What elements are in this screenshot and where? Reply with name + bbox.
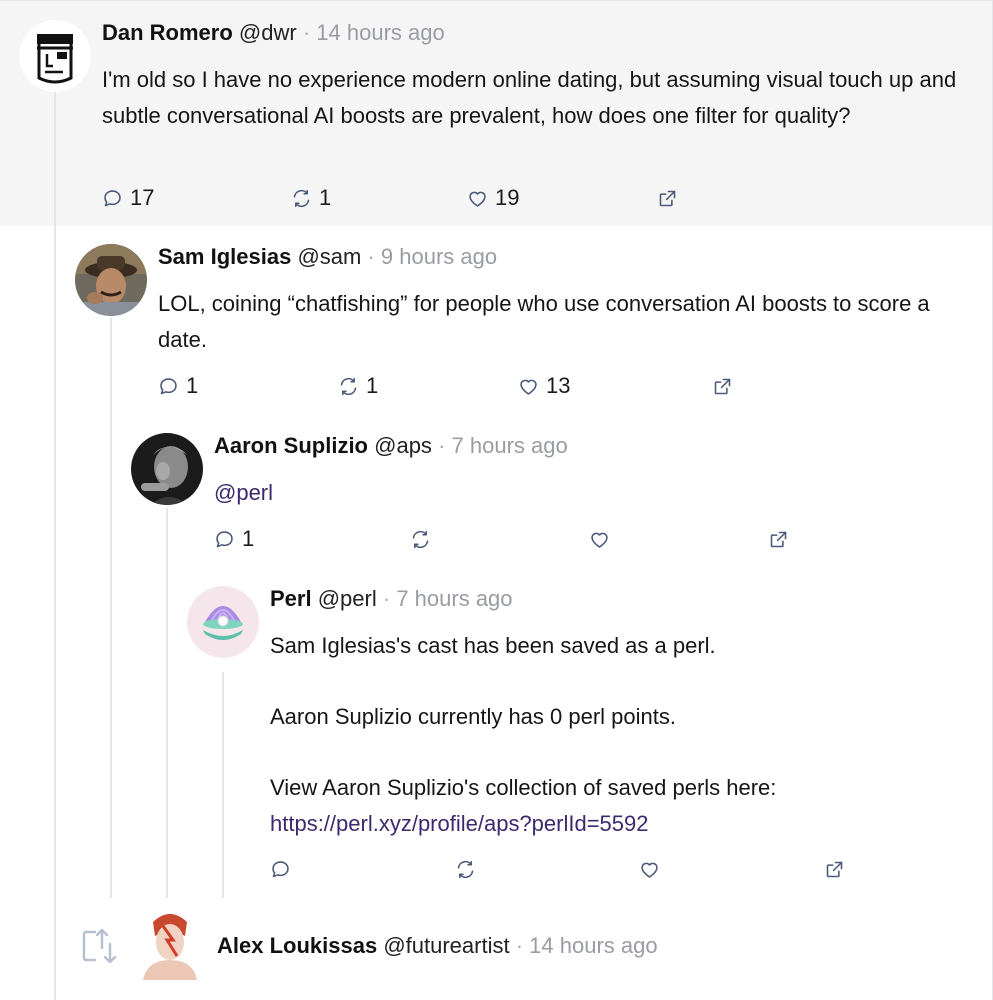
timestamp[interactable]: 14 hours ago xyxy=(316,20,444,45)
sam-cast-actions: 1 1 13 xyxy=(158,371,758,401)
separator: · xyxy=(382,586,391,611)
reply-button[interactable] xyxy=(270,854,291,884)
thread-line-root xyxy=(54,92,56,1000)
external-link-icon xyxy=(826,861,843,877)
heart-icon xyxy=(591,532,608,548)
timestamp[interactable]: 14 hours ago xyxy=(529,933,657,958)
external-link-icon xyxy=(770,531,787,547)
speech-bubble-icon xyxy=(160,377,177,394)
recast-arrows-icon xyxy=(340,377,357,395)
speech-bubble-icon xyxy=(104,189,121,206)
alex-cast-header: Alex Loukissas @futureartist · 14 hours … xyxy=(217,932,658,960)
perl-line-collection: View Aaron Suplizio's collection of save… xyxy=(270,775,777,800)
like-count: 19 xyxy=(495,185,520,210)
author-handle[interactable]: @futureartist xyxy=(383,933,509,958)
recast-button[interactable] xyxy=(410,524,431,554)
like-button[interactable] xyxy=(639,854,660,884)
avatar-aaron-suplizio[interactable] xyxy=(131,433,203,505)
reply-button[interactable]: 1 xyxy=(214,524,254,554)
perl-cast-text: Sam Iglesias's cast has been saved as a … xyxy=(270,628,970,842)
expand-thread-icon xyxy=(82,928,117,964)
avatar-sam-iglesias[interactable] xyxy=(75,244,147,316)
like-button[interactable] xyxy=(589,524,610,554)
recast-button[interactable]: 1 xyxy=(291,183,331,213)
author-handle[interactable]: @dwr xyxy=(239,20,297,45)
aaron-cast-actions: 1 xyxy=(214,524,814,554)
cast-thread: Dan Romero @dwr · 14 hours ago I'm old s… xyxy=(0,0,993,1000)
perl-profile-link[interactable]: https://perl.xyz/profile/aps?perlId=5592 xyxy=(270,806,970,842)
timestamp[interactable]: 7 hours ago xyxy=(452,433,568,458)
author-handle[interactable]: @sam xyxy=(297,244,361,269)
expand-thread-button[interactable] xyxy=(79,926,119,966)
avatar-dan-romero[interactable] xyxy=(19,20,91,92)
separator: · xyxy=(302,20,311,45)
root-cast-text: I'm old so I have no experience modern o… xyxy=(102,67,957,128)
avatar-perl[interactable] xyxy=(187,586,259,658)
reply-count: 1 xyxy=(242,526,255,551)
thread-line-sam xyxy=(110,318,112,898)
share-button[interactable] xyxy=(824,854,845,884)
recast-arrows-icon xyxy=(457,860,474,878)
aaron-cast-text: @perl xyxy=(214,475,914,511)
separator: · xyxy=(515,933,524,958)
recast-button[interactable]: 1 xyxy=(338,371,378,401)
perl-line-saved: Sam Iglesias's cast has been saved as a … xyxy=(270,633,716,658)
reply-button[interactable]: 1 xyxy=(158,371,198,401)
recast-count: 1 xyxy=(319,185,332,210)
external-link-icon xyxy=(659,190,676,206)
timestamp[interactable]: 7 hours ago xyxy=(396,586,512,611)
share-button[interactable] xyxy=(657,183,678,213)
root-cast-header: Dan Romero @dwr · 14 hours ago xyxy=(102,19,445,47)
speech-bubble-icon xyxy=(216,530,233,547)
share-button[interactable] xyxy=(768,524,789,554)
sam-cast-text: LOL, coining “chatfishing” for people wh… xyxy=(158,291,930,352)
external-link-icon xyxy=(714,378,731,394)
like-count: 13 xyxy=(546,373,571,398)
reply-button[interactable]: 17 xyxy=(102,183,154,213)
like-button[interactable]: 19 xyxy=(467,183,519,213)
recast-arrows-icon xyxy=(412,530,429,548)
speech-bubble-icon xyxy=(272,860,289,877)
separator: · xyxy=(438,433,446,458)
heart-icon xyxy=(641,862,658,878)
recast-count: 1 xyxy=(366,373,379,398)
perl-cast-actions xyxy=(270,854,870,884)
separator: · xyxy=(367,244,375,269)
recast-button[interactable] xyxy=(455,854,476,884)
aaron-cast-header: Aaron Suplizio @aps · 7 hours ago xyxy=(214,432,568,460)
author-handle[interactable]: @aps xyxy=(374,433,432,458)
perl-cast-header: Perl @perl · 7 hours ago xyxy=(270,585,513,613)
author-handle[interactable]: @perl xyxy=(318,586,377,611)
root-cast-actions: 17 1 19 xyxy=(102,183,702,213)
heart-icon xyxy=(520,379,537,395)
avatar-alex-loukissas[interactable] xyxy=(133,906,207,980)
author-name[interactable]: Dan Romero xyxy=(102,20,233,45)
like-button[interactable]: 13 xyxy=(518,371,570,401)
timestamp[interactable]: 9 hours ago xyxy=(381,244,497,269)
thread-line-perl xyxy=(222,672,224,898)
reply-count: 17 xyxy=(130,185,155,210)
recast-arrows-icon xyxy=(293,189,310,207)
author-name[interactable]: Sam Iglesias xyxy=(158,244,291,269)
heart-icon xyxy=(469,191,486,207)
perl-line-points: Aaron Suplizio currently has 0 perl poin… xyxy=(270,704,676,729)
sam-cast-header: Sam Iglesias @sam · 9 hours ago xyxy=(158,243,497,271)
reply-count: 1 xyxy=(186,373,199,398)
share-button[interactable] xyxy=(712,371,733,401)
thread-line-aaron xyxy=(166,508,168,898)
author-name[interactable]: Alex Loukissas xyxy=(217,933,377,958)
author-name[interactable]: Aaron Suplizio xyxy=(214,433,368,458)
mention-link[interactable]: @perl xyxy=(214,480,273,505)
author-name[interactable]: Perl xyxy=(270,586,312,611)
